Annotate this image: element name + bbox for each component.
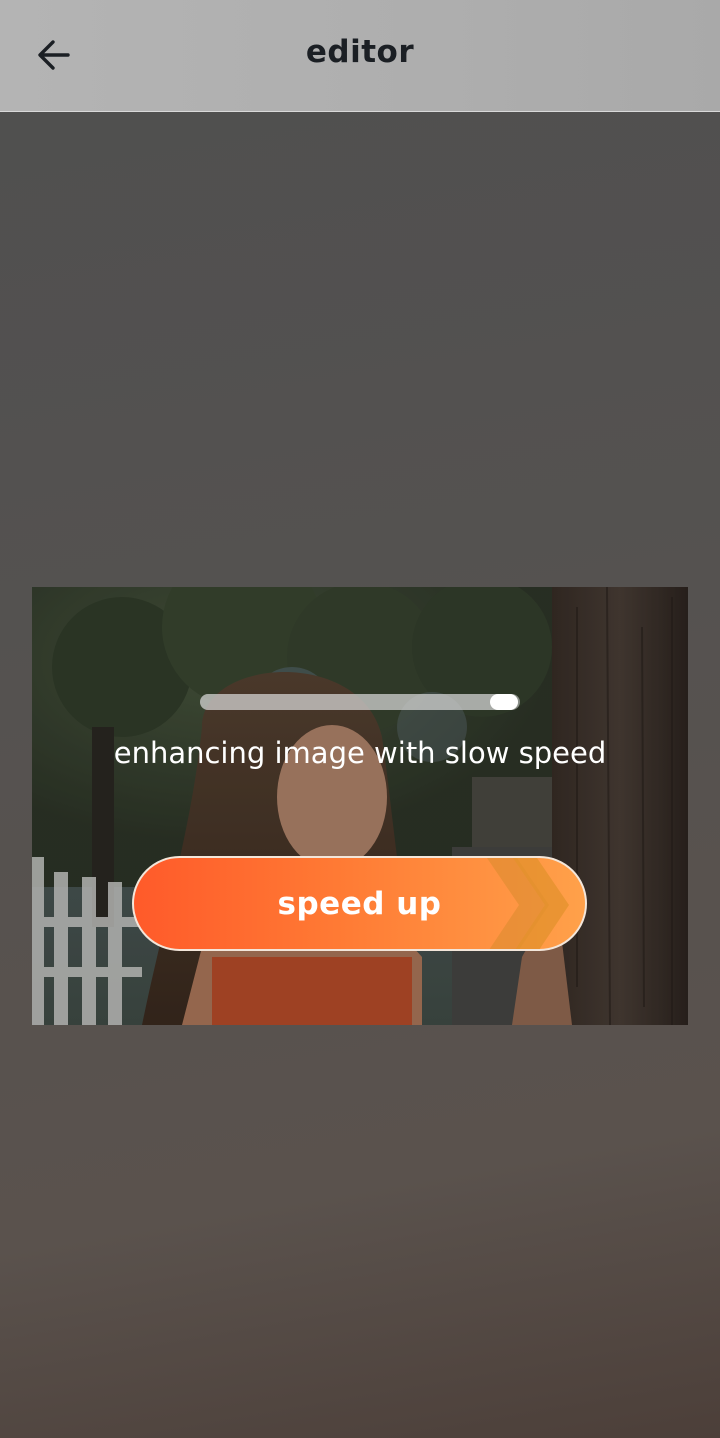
speed-up-label: speed up: [277, 886, 442, 922]
photo-content: [32, 587, 688, 1025]
top-app-bar: editor: [0, 0, 720, 112]
speed-up-button[interactable]: speed up: [132, 856, 587, 951]
enhance-status-text: enhancing image with slow speed: [113, 736, 607, 770]
enhance-progress-bar: [200, 694, 520, 710]
image-preview: [32, 587, 688, 1025]
page-title: editor: [305, 34, 415, 70]
progress-fill: [200, 694, 518, 710]
progress-indicator: [490, 694, 518, 710]
